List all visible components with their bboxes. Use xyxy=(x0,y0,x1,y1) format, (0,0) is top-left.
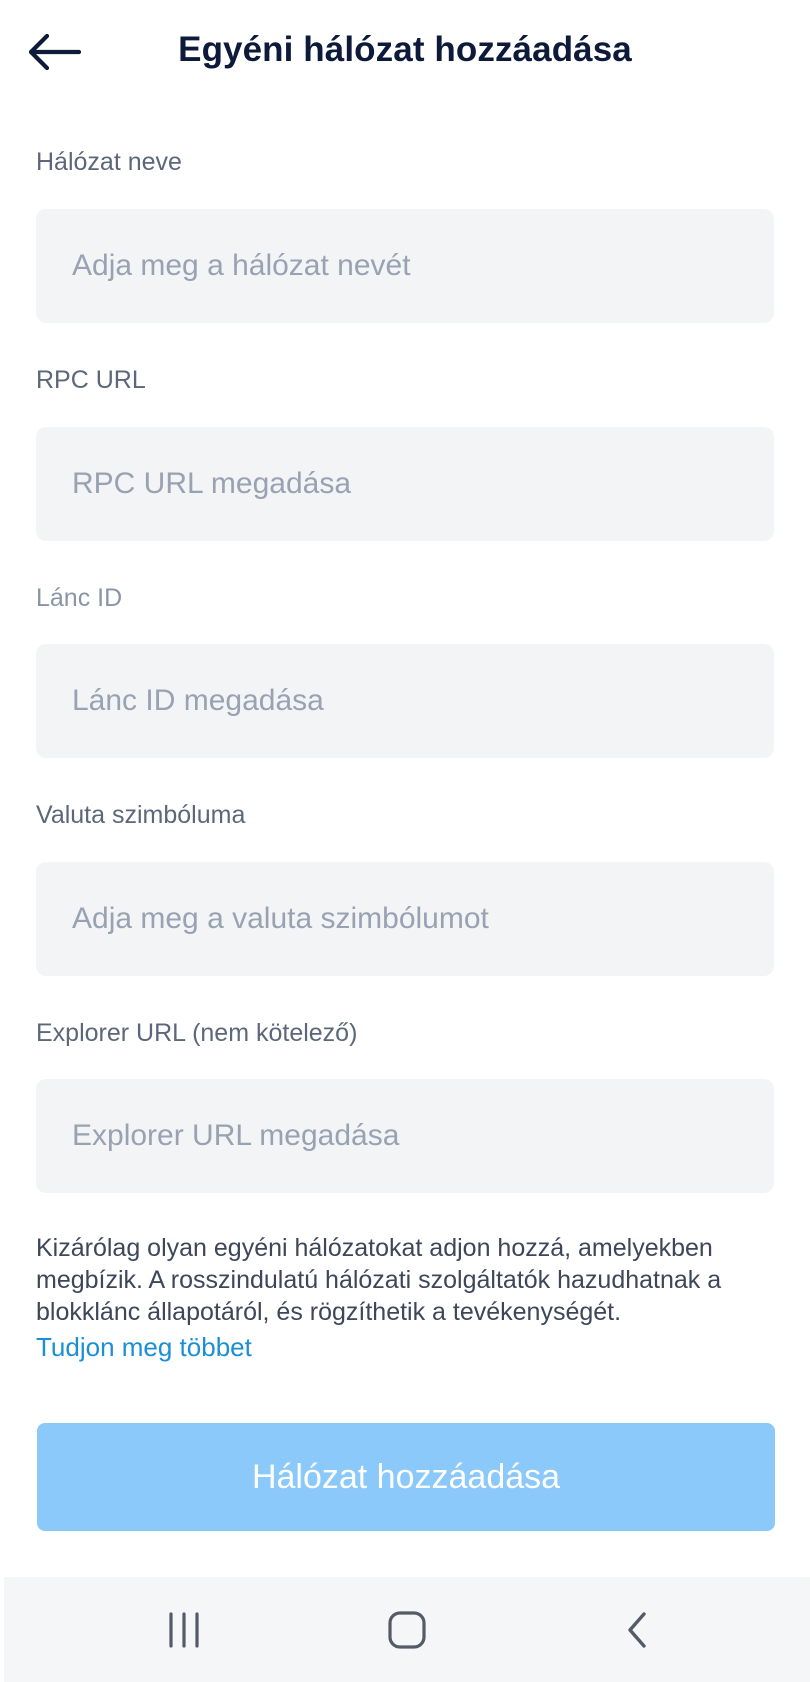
explorer-url-label: Explorer URL (nem kötelező) xyxy=(36,1019,358,1047)
currency-symbol-input[interactable] xyxy=(36,862,774,976)
chain-id-label: Lánc ID xyxy=(36,584,123,612)
system-back-button[interactable] xyxy=(592,1595,682,1665)
network-name-label: Hálózat neve xyxy=(36,148,182,176)
learn-more-link[interactable]: Tudjon meg többet xyxy=(36,1332,252,1363)
add-network-button[interactable]: Hálózat hozzáadása xyxy=(37,1423,775,1531)
recents-button[interactable] xyxy=(139,1595,229,1665)
chevron-left-icon xyxy=(628,1612,646,1648)
recents-icon xyxy=(169,1612,199,1648)
home-icon xyxy=(388,1611,426,1649)
rpc-url-input[interactable] xyxy=(36,427,774,541)
system-nav-bar xyxy=(4,1577,810,1682)
home-button[interactable] xyxy=(362,1595,452,1665)
network-name-input[interactable] xyxy=(36,209,774,323)
add-custom-network-screen: Egyéni hálózat hozzáadása Hálózat neve R… xyxy=(0,0,810,1682)
header: Egyéni hálózat hozzáadása xyxy=(0,0,810,110)
page-title: Egyéni hálózat hozzáadása xyxy=(178,30,632,69)
currency-symbol-label: Valuta szimbóluma xyxy=(36,801,246,829)
rpc-url-label: RPC URL xyxy=(36,366,146,394)
explorer-url-input[interactable] xyxy=(36,1079,774,1193)
chain-id-input[interactable] xyxy=(36,644,774,758)
security-disclaimer: Kizárólag olyan egyéni hálózatokat adjon… xyxy=(36,1234,722,1326)
